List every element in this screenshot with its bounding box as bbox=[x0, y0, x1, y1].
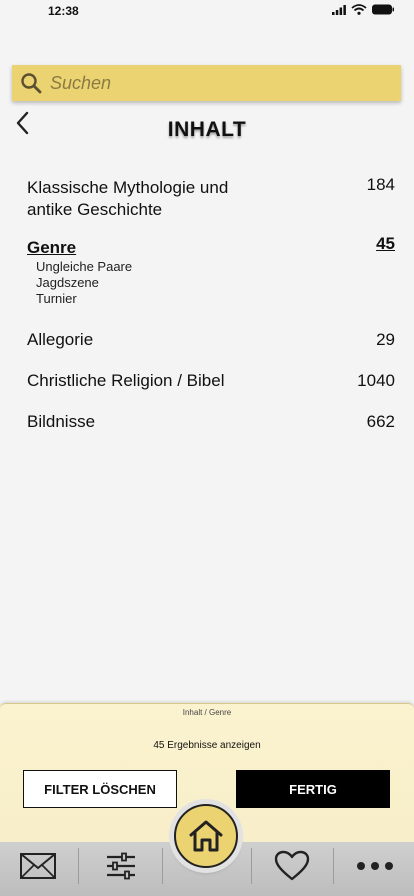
subcategory-item-ungleiche-paare[interactable]: Ungleiche Paare bbox=[36, 259, 132, 275]
filter-sliders-icon bbox=[107, 852, 135, 880]
category-label-bildnisse[interactable]: Bildnisse bbox=[27, 411, 95, 433]
battery-icon bbox=[372, 4, 394, 15]
tab-divider bbox=[251, 848, 252, 884]
tab-divider bbox=[78, 848, 79, 884]
search-input[interactable] bbox=[50, 68, 370, 98]
subcategory-item-jagdszene[interactable]: Jagdszene bbox=[36, 275, 99, 291]
clear-filter-button[interactable]: FILTER LÖSCHEN bbox=[23, 770, 177, 808]
category-label-religion[interactable]: Christliche Religion / Bibel bbox=[27, 370, 224, 392]
home-button[interactable] bbox=[174, 804, 238, 868]
mail-icon bbox=[20, 853, 56, 879]
result-count-text[interactable]: 45 Ergebnisse anzeigen bbox=[0, 740, 414, 751]
status-icons bbox=[332, 4, 394, 15]
category-label-allegorie[interactable]: Allegorie bbox=[27, 329, 93, 351]
tab-mail[interactable] bbox=[6, 846, 70, 886]
category-count-allegorie: 29 bbox=[376, 330, 395, 349]
search-bar[interactable] bbox=[12, 65, 401, 101]
tab-filter[interactable] bbox=[89, 846, 153, 886]
tab-divider bbox=[162, 848, 163, 884]
breadcrumb: Inhalt / Genre bbox=[182, 708, 232, 717]
wifi-icon bbox=[351, 4, 367, 15]
page-title: INHALT bbox=[167, 118, 247, 141]
tab-divider bbox=[333, 848, 334, 884]
category-label-mythology[interactable]: Klassische Mythologie und antike Geschic… bbox=[27, 177, 228, 221]
signal-icon bbox=[332, 4, 346, 15]
heart-icon bbox=[274, 850, 310, 881]
subcategory-item-turnier[interactable]: Turnier bbox=[36, 291, 77, 307]
status-time: 12:38 bbox=[48, 4, 79, 18]
category-label-genre[interactable]: Genre bbox=[27, 237, 76, 259]
done-button[interactable]: FERTIG bbox=[236, 770, 390, 808]
tab-favorites[interactable] bbox=[260, 846, 324, 886]
category-count-genre: 45 bbox=[376, 234, 395, 253]
status-bar: 12:38 bbox=[0, 0, 414, 24]
home-icon bbox=[189, 820, 223, 852]
search-icon bbox=[21, 73, 42, 94]
category-count-bildnisse: 662 bbox=[366, 412, 395, 431]
tab-more[interactable] bbox=[343, 846, 407, 886]
category-count-religion: 1040 bbox=[357, 371, 395, 390]
more-dots-icon bbox=[357, 862, 393, 870]
category-count-mythology: 184 bbox=[366, 175, 395, 194]
